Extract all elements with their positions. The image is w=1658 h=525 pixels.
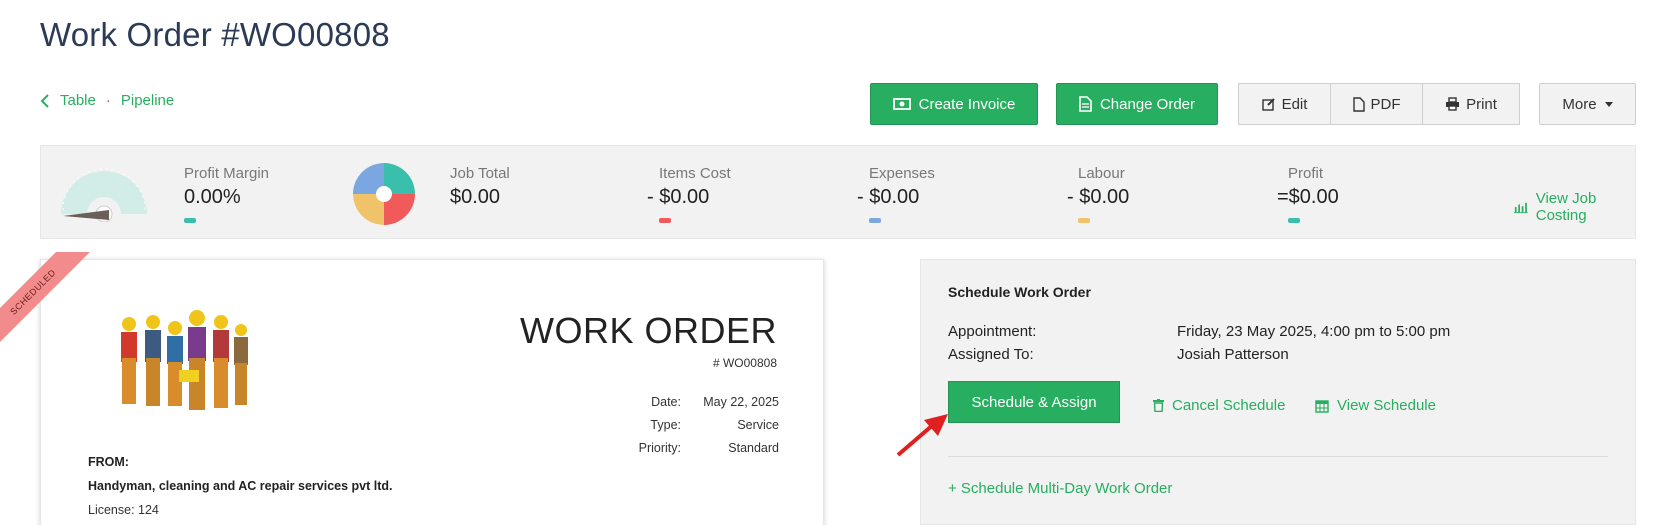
print-icon (1446, 97, 1460, 111)
print-button[interactable]: Print (1422, 83, 1520, 125)
profit-margin-indicator (184, 218, 196, 223)
view-job-costing-link[interactable]: View Job Costing (1514, 190, 1635, 224)
status-ribbon: SCHEDULED (0, 252, 112, 372)
breadcrumb-table-link[interactable]: Table (60, 92, 96, 109)
breadcrumb: Table · Pipeline (40, 92, 174, 109)
profit-margin-label: Profit Margin (184, 165, 270, 182)
profit-margin-value: 0.00% (184, 186, 241, 208)
cancel-schedule-link[interactable]: Cancel Schedule (1153, 397, 1285, 414)
document-number: # WO00808 (712, 356, 777, 370)
change-order-label: Change Order (1099, 95, 1196, 113)
document-actions-group: Edit PDF Print (1238, 83, 1520, 125)
calendar-icon (1315, 399, 1329, 413)
cancel-schedule-label: Cancel Schedule (1172, 397, 1286, 414)
change-order-button[interactable]: Change Order (1056, 83, 1218, 125)
workers-logo-image (121, 310, 248, 410)
schedule-assign-button[interactable]: Schedule & Assign (948, 381, 1120, 423)
schedule-panel: Schedule Work Order Appointment: Friday,… (920, 259, 1636, 525)
labour-value: - $0.00 (1067, 186, 1130, 208)
trash-icon (1153, 399, 1164, 412)
more-label: More (1562, 95, 1597, 113)
pdf-label: PDF (1370, 95, 1401, 113)
view-schedule-link[interactable]: View Schedule (1315, 397, 1436, 414)
breadcrumb-pipeline-link[interactable]: Pipeline (121, 92, 174, 109)
priority-value: Standard (728, 441, 779, 455)
status-ribbon-label: SCHEDULED (0, 252, 95, 354)
money-icon (892, 98, 911, 110)
view-schedule-label: View Schedule (1337, 397, 1436, 414)
create-invoice-label: Create Invoice (918, 95, 1016, 113)
schedule-panel-title: Schedule Work Order (948, 284, 1091, 300)
expenses-value: - $0.00 (857, 186, 920, 208)
license-text: License: 124 (88, 503, 159, 517)
items-cost-value: - $0.00 (647, 186, 710, 208)
schedule-multi-day-link[interactable]: + Schedule Multi-Day Work Order (948, 480, 1172, 497)
from-label: FROM: (88, 455, 129, 469)
edit-icon (1261, 98, 1275, 111)
pdf-button[interactable]: PDF (1330, 83, 1423, 125)
assigned-to-value: Josiah Patterson (1177, 346, 1289, 363)
expenses-indicator (869, 218, 881, 223)
appointment-value: Friday, 23 May 2025, 4:00 pm to 5:00 pm (1177, 323, 1451, 340)
date-value: May 22, 2025 (703, 395, 779, 409)
expenses-label: Expenses (869, 165, 935, 182)
job-total-label: Job Total (450, 165, 510, 182)
edit-button[interactable]: Edit (1238, 83, 1331, 125)
from-company-name: Handyman, cleaning and AC repair service… (88, 479, 393, 493)
profit-value: =$0.00 (1277, 186, 1339, 208)
profit-label: Profit (1288, 165, 1324, 182)
divider (948, 456, 1608, 457)
edit-label: Edit (1281, 95, 1308, 113)
breadcrumb-separator: · (105, 92, 111, 109)
appointment-label: Appointment: (948, 323, 1037, 340)
document-icon (1079, 96, 1092, 112)
pdf-file-icon (1352, 96, 1365, 112)
work-order-document: WORK ORDER # WO00808 Date: May 22, 2025 … (40, 259, 824, 525)
items-cost-label: Items Cost (659, 165, 731, 182)
page-title: Work Order #WO00808 (40, 16, 390, 53)
caret-down-icon (1604, 101, 1613, 107)
type-value: Service (737, 418, 779, 432)
assigned-to-label: Assigned To: (948, 346, 1034, 363)
print-label: Print (1466, 95, 1497, 113)
labour-indicator (1078, 218, 1090, 223)
items-cost-indicator (659, 218, 671, 223)
gauge-icon (61, 168, 147, 222)
labour-label: Labour (1078, 165, 1125, 182)
chevron-left-icon (40, 93, 49, 108)
document-title: WORK ORDER (520, 310, 777, 351)
more-dropdown-button[interactable]: More (1539, 83, 1636, 125)
view-job-costing-label: View Job Costing (1535, 190, 1597, 224)
create-invoice-button[interactable]: Create Invoice (870, 83, 1038, 125)
job-stats-bar: Profit Margin 0.00% Job Total $0.00 Item… (40, 145, 1636, 239)
job-total-value: $0.00 (450, 186, 501, 208)
profit-indicator (1288, 218, 1300, 223)
red-arrow-annotation (896, 414, 948, 457)
bar-chart-icon (1514, 202, 1528, 213)
job-total-pie-icon (353, 163, 415, 225)
